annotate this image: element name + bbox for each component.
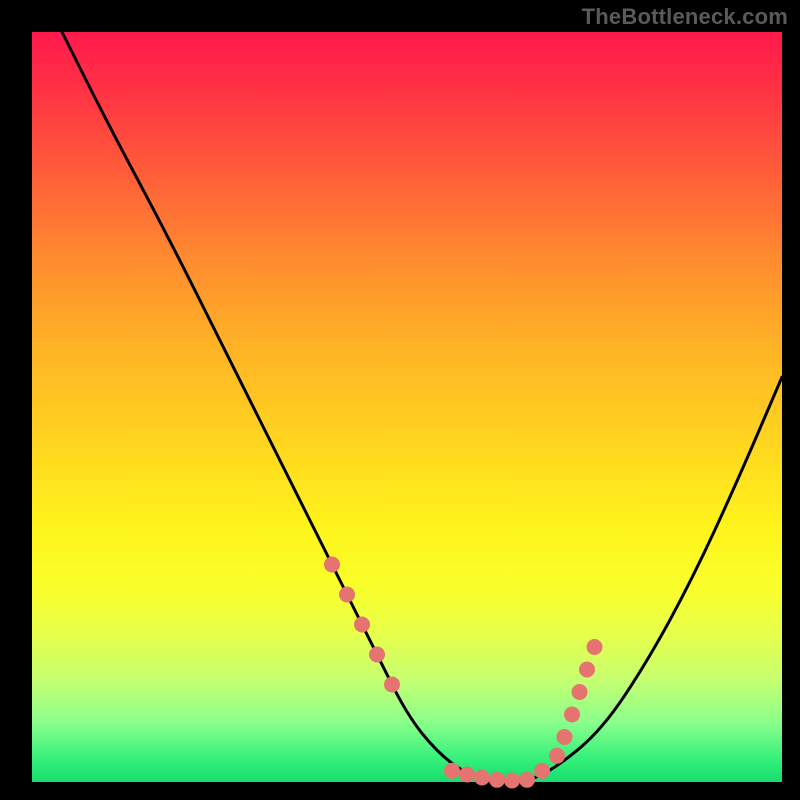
chart-frame: TheBottleneck.com — [0, 0, 800, 800]
highlight-dot — [324, 557, 340, 573]
highlight-dot — [504, 773, 520, 789]
highlight-dot — [519, 772, 535, 788]
curve-layer — [0, 0, 800, 800]
highlight-dot — [354, 617, 370, 633]
highlight-dot — [339, 587, 355, 603]
highlight-dot — [474, 770, 490, 786]
highlight-dot — [572, 684, 588, 700]
highlight-dot — [384, 677, 400, 693]
bottleneck-curve — [62, 32, 782, 782]
highlight-dot — [444, 763, 460, 779]
highlight-dot — [459, 767, 475, 783]
highlight-dot — [369, 647, 385, 663]
highlight-dot — [489, 772, 505, 788]
highlight-dot — [549, 748, 565, 764]
watermark-text: TheBottleneck.com — [582, 4, 788, 30]
highlight-dot — [557, 729, 573, 745]
highlight-dot — [579, 662, 595, 678]
highlight-dot — [564, 707, 580, 723]
highlight-dot — [587, 639, 603, 655]
highlight-dot — [534, 763, 550, 779]
